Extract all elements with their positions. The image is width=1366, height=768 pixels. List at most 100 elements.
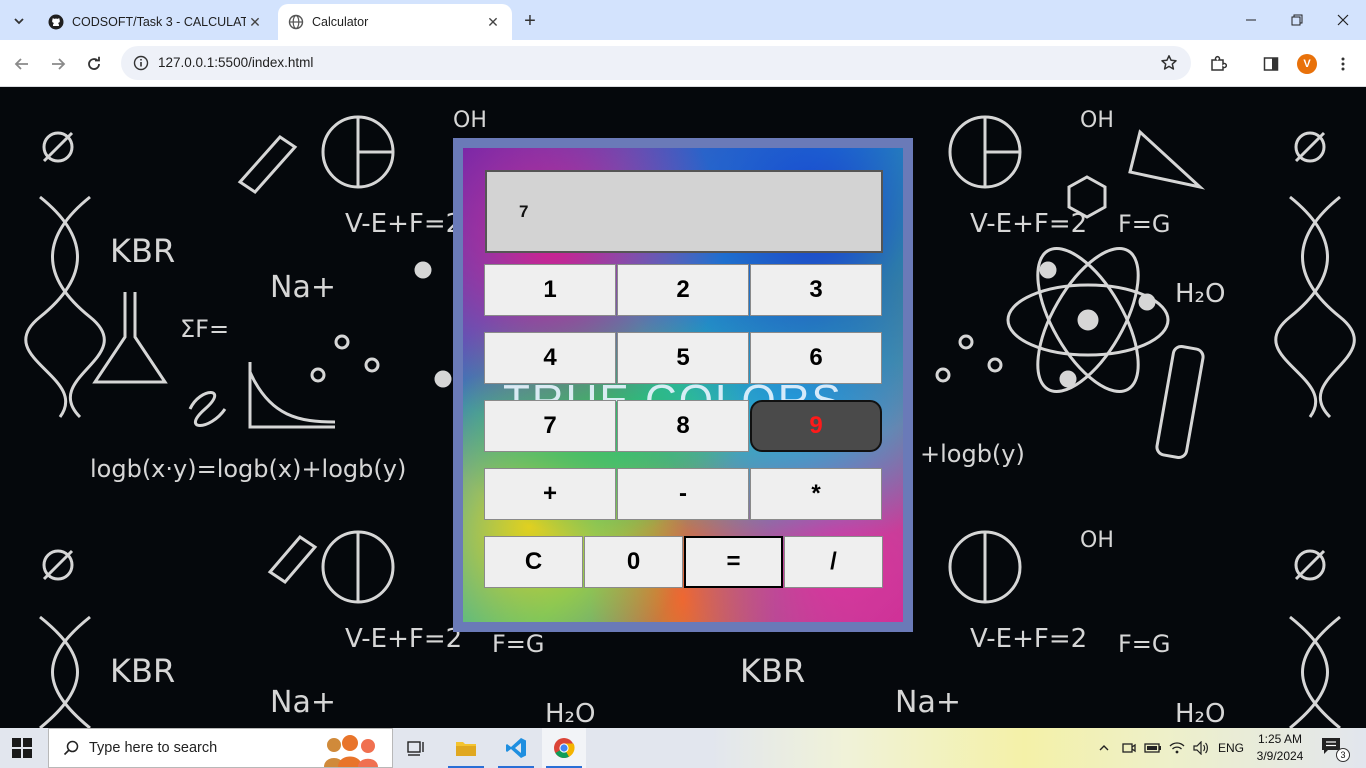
restore-button[interactable] (1274, 0, 1320, 40)
forward-button[interactable] (44, 50, 72, 78)
url-text[interactable]: 127.0.0.1:5500/index.html (158, 55, 313, 70)
key-6[interactable]: 6 (750, 332, 882, 384)
search-highlights-illustration (324, 735, 378, 767)
notification-badge: 3 (1336, 748, 1350, 762)
vscode-icon (506, 738, 526, 758)
file-explorer-button[interactable] (444, 728, 488, 768)
avatar: V (1297, 54, 1317, 74)
page-viewport: KBR KBR KBR V-E+F=2 V-E+F=2 V-E+F=2 V-E+… (0, 87, 1366, 728)
speaker-icon (1193, 741, 1208, 755)
key-5[interactable]: 5 (617, 332, 749, 384)
folder-icon (456, 742, 476, 756)
svg-text:+logb(y): +logb(y) (920, 440, 1025, 468)
key-2[interactable]: 2 (617, 264, 749, 316)
side-panel-button[interactable] (1259, 52, 1283, 76)
new-tab-button[interactable]: + (518, 9, 542, 33)
minimize-icon (1246, 19, 1256, 21)
site-info-icon[interactable] (131, 53, 151, 73)
svg-text:V-E+F=2: V-E+F=2 (345, 209, 462, 239)
key-8[interactable]: 8 (617, 400, 749, 452)
svg-text:logb(x·y)=logb(x)+logb(y): logb(x·y)=logb(x)+logb(y) (90, 455, 406, 483)
clock[interactable]: 1:25 AM 3/9/2024 (1250, 731, 1310, 765)
key-0[interactable]: 0 (584, 536, 683, 588)
battery-icon (1144, 743, 1161, 753)
meet-now-button[interactable] (1118, 728, 1140, 768)
calculator: TRUE COLORS 7 1 2 3 4 5 6 7 8 9 + - * C … (453, 138, 913, 632)
github-icon (48, 14, 64, 30)
back-arrow-icon (14, 58, 28, 70)
puzzle-icon (1211, 55, 1227, 71)
key-9[interactable]: 9 (750, 400, 882, 452)
start-button[interactable] (12, 738, 32, 758)
extensions-button[interactable] (1206, 52, 1230, 76)
key-7[interactable]: 7 (484, 400, 616, 452)
browser-toolbar: 127.0.0.1:5500/index.html V (0, 40, 1366, 87)
key-plus[interactable]: + (484, 468, 616, 520)
close-tab-icon[interactable]: ✕ (484, 13, 502, 31)
svg-text:KBR: KBR (110, 652, 175, 690)
bookmark-star-icon[interactable] (1159, 53, 1179, 73)
svg-text:V-E+F=2: V-E+F=2 (345, 624, 462, 654)
key-multiply[interactable]: * (750, 468, 882, 520)
key-clear[interactable]: C (484, 536, 583, 588)
address-bar[interactable]: 127.0.0.1:5500/index.html (121, 46, 1191, 80)
svg-text:H₂O: H₂O (1175, 699, 1225, 728)
key-divide[interactable]: / (784, 536, 883, 588)
show-hidden-icons-button[interactable] (1094, 728, 1114, 768)
search-icon (61, 738, 81, 758)
svg-text:OH: OH (1080, 528, 1114, 553)
reload-button[interactable] (80, 50, 108, 78)
notification-center-button[interactable]: 3 (1320, 736, 1350, 762)
tab-codsoft[interactable]: CODSOFT/Task 3 - CALCULATOR ✕ (38, 4, 274, 40)
network-button[interactable] (1166, 728, 1188, 768)
clock-date: 3/9/2024 (1256, 749, 1304, 763)
more-vertical-icon (1341, 57, 1345, 71)
task-view-icon (407, 741, 424, 756)
svg-text:F=G: F=G (1118, 630, 1171, 658)
battery-button[interactable] (1142, 728, 1164, 768)
tab-title: Calculator (312, 15, 369, 29)
chrome-button[interactable] (542, 728, 586, 768)
tab-strip: CODSOFT/Task 3 - CALCULATOR ✕ Calculator… (0, 0, 1366, 40)
svg-text:V-E+F=2: V-E+F=2 (970, 209, 1087, 239)
close-icon (1337, 14, 1349, 26)
tab-search-button[interactable] (6, 8, 32, 34)
key-1[interactable]: 1 (484, 264, 616, 316)
task-view-button[interactable] (394, 728, 438, 768)
minimize-button[interactable] (1228, 0, 1274, 40)
svg-text:KBR: KBR (110, 232, 175, 270)
svg-text:OH: OH (1080, 108, 1114, 133)
svg-text:KBR: KBR (740, 652, 805, 690)
key-4[interactable]: 4 (484, 332, 616, 384)
close-tab-icon[interactable]: ✕ (246, 13, 264, 31)
menu-button[interactable] (1331, 52, 1355, 76)
volume-button[interactable] (1190, 728, 1212, 768)
back-button[interactable] (8, 50, 36, 78)
svg-text:Na+: Na+ (270, 270, 336, 305)
svg-text:ΣF=: ΣF= (180, 315, 229, 343)
svg-text:H₂O: H₂O (545, 699, 595, 728)
wifi-icon (1169, 742, 1185, 754)
profile-button[interactable]: V (1295, 52, 1319, 76)
taskbar: Type here to search ENG 1:25 AM 3/9/2024… (0, 728, 1366, 768)
tab-calculator[interactable]: Calculator ✕ (278, 4, 512, 40)
close-window-button[interactable] (1320, 0, 1366, 40)
key-equals[interactable]: = (684, 536, 783, 588)
vscode-button[interactable] (494, 728, 538, 768)
tab-title: CODSOFT/Task 3 - CALCULATOR (72, 15, 246, 29)
chevron-up-icon (1099, 745, 1109, 751)
forward-arrow-icon (52, 58, 66, 70)
language-indicator[interactable]: ENG (1214, 728, 1248, 768)
key-minus[interactable]: - (617, 468, 749, 520)
globe-icon (288, 14, 304, 30)
key-3[interactable]: 3 (750, 264, 882, 316)
camera-icon (1122, 743, 1136, 753)
restore-icon (1291, 14, 1303, 26)
chrome-icon (554, 738, 575, 759)
svg-text:H₂O: H₂O (1175, 279, 1225, 309)
taskbar-search[interactable]: Type here to search (48, 728, 393, 768)
svg-text:Na+: Na+ (270, 685, 336, 720)
svg-text:F=G: F=G (1118, 210, 1171, 238)
svg-text:OH: OH (453, 108, 487, 133)
svg-text:V-E+F=2: V-E+F=2 (970, 624, 1087, 654)
